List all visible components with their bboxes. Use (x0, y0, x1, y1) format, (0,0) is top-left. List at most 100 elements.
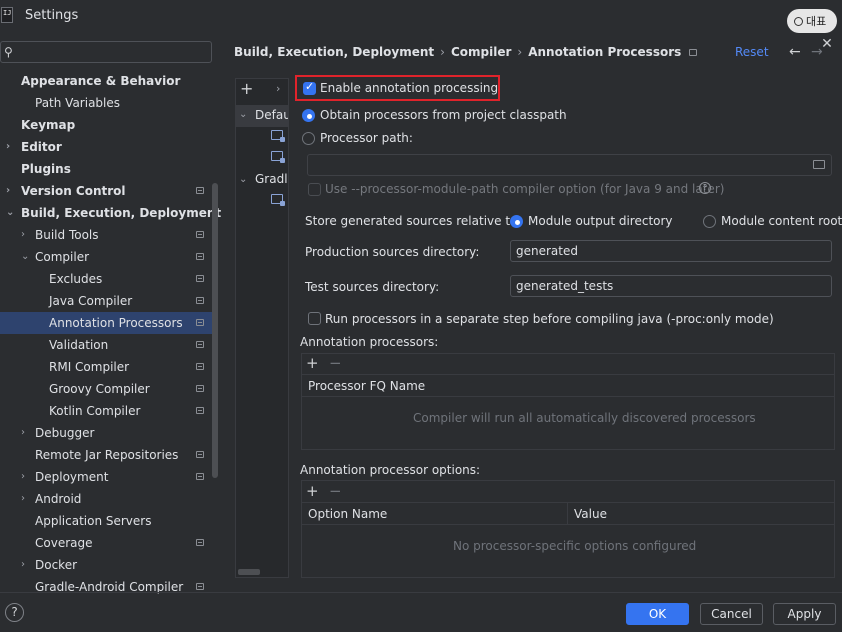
module-folder-icon[interactable] (271, 151, 285, 163)
add-option-icon[interactable]: + (306, 482, 319, 500)
module-output-radio[interactable] (510, 215, 523, 228)
production-dir-input[interactable]: generated (510, 240, 832, 262)
tree-item-deployment[interactable]: › Deployment (0, 466, 218, 488)
column-divider[interactable] (567, 503, 568, 525)
help-icon[interactable]: ? (5, 603, 24, 622)
processor-path-label[interactable]: Processor path: (320, 131, 413, 145)
project-scope-icon (196, 253, 204, 260)
tree-item-rmi-compiler[interactable]: RMI Compiler (0, 356, 218, 378)
tree-item-kotlin-compiler[interactable]: Kotlin Compiler (0, 400, 218, 422)
sidebar-scrollbar[interactable] (212, 183, 218, 478)
test-dir-input[interactable]: generated_tests (510, 275, 832, 297)
ime-label: 대표 (806, 15, 827, 28)
obtain-classpath-label[interactable]: Obtain processors from project classpath (320, 108, 567, 122)
obtain-classpath-radio[interactable] (302, 109, 315, 122)
ok-button[interactable]: OK (626, 603, 689, 625)
tree-item-coverage[interactable]: Coverage (0, 532, 218, 554)
tree-item-compiler[interactable]: ⌄ Compiler (0, 246, 218, 268)
enable-annotation-checkbox[interactable] (303, 80, 316, 95)
option-name-header[interactable]: Option Name (308, 507, 387, 521)
processor-path-radio[interactable] (302, 132, 315, 145)
project-scope-icon (196, 319, 204, 326)
tree-item-label: Deployment (35, 470, 109, 484)
tree-item-plugins[interactable]: Plugins (0, 158, 218, 180)
tree-item-build-execution-deployment[interactable]: ⌄ Build, Execution, Deployment (0, 202, 221, 224)
tree-item-label: Java Compiler (49, 294, 133, 308)
chevron-down-icon[interactable]: ⌄ (6, 202, 14, 224)
module-folder-icon[interactable] (271, 130, 285, 142)
tree-item-label: Gradle-Android Compiler (35, 580, 184, 594)
reset-link[interactable]: Reset (735, 45, 769, 59)
chevron-right-icon[interactable]: › (276, 82, 280, 95)
tree-item-label: Debugger (35, 426, 95, 440)
processor-fq-name-header[interactable]: Processor FQ Name (308, 379, 425, 393)
tree-item-label: Appearance & Behavior (21, 74, 181, 88)
test-dir-label: Test sources directory: (305, 280, 440, 294)
processor-path-input[interactable] (307, 154, 832, 176)
tree-item-label: Version Control (21, 184, 126, 198)
search-input[interactable] (0, 41, 212, 63)
enable-annotation-label[interactable]: Enable annotation processing (320, 81, 498, 95)
run-separate-label[interactable]: Run processors in a separate step before… (325, 312, 774, 326)
tree-item-label: Plugins (21, 162, 71, 176)
tree-item-groovy-compiler[interactable]: Groovy Compiler (0, 378, 218, 400)
tree-item-editor[interactable]: › Editor (0, 136, 218, 158)
module-content-radio[interactable] (703, 215, 716, 228)
tree-item-label: Coverage (35, 536, 93, 550)
chevron-down-icon[interactable]: ⌄ (239, 174, 247, 185)
module-path-checkbox[interactable] (308, 183, 321, 196)
tree-item-path-variables[interactable]: Path Variables (0, 92, 218, 114)
chevron-right-icon[interactable]: › (21, 422, 25, 444)
chevron-right-icon[interactable]: › (21, 224, 25, 246)
tree-item-excludes[interactable]: Excludes (0, 268, 218, 290)
chevron-right-icon[interactable]: › (6, 180, 10, 202)
chevron-right-icon[interactable]: › (21, 488, 25, 510)
remove-option-icon: − (329, 482, 342, 500)
module-output-label[interactable]: Module output directory (528, 214, 673, 228)
tree-item-application-servers[interactable]: Application Servers (0, 510, 218, 532)
project-scope-icon (196, 407, 204, 414)
tree-item-appearance-behavior[interactable]: Appearance & Behavior (0, 70, 218, 92)
profiles-scrollbar[interactable] (238, 569, 260, 575)
profile-default-label: Default (255, 108, 288, 122)
chevron-down-icon[interactable]: ⌄ (21, 246, 29, 268)
tree-item-label: RMI Compiler (49, 360, 130, 374)
arrow-left-icon[interactable]: ← (789, 44, 801, 60)
tree-item-java-compiler[interactable]: Java Compiler (0, 290, 218, 312)
profile-gradle-label[interactable]: Gradle (255, 172, 288, 186)
tree-item-label: Build Tools (35, 228, 99, 242)
add-processor-icon[interactable]: + (306, 354, 319, 372)
cancel-button[interactable]: Cancel (700, 603, 763, 625)
tree-item-keymap[interactable]: Keymap (0, 114, 218, 136)
chevron-right-icon[interactable]: › (21, 554, 25, 576)
project-scope-icon (196, 363, 204, 370)
ime-indicator[interactable]: 대표 (787, 9, 837, 33)
project-scope-icon (196, 275, 204, 282)
tree-item-remote-jar-repositories[interactable]: Remote Jar Repositories (0, 444, 218, 466)
option-value-header[interactable]: Value (574, 507, 607, 521)
chevron-down-icon[interactable]: ⌄ (239, 109, 247, 120)
module-content-label[interactable]: Module content root (721, 214, 842, 228)
processors-empty-text: Compiler will run all automatically disc… (413, 411, 756, 425)
folder-icon[interactable] (813, 160, 825, 169)
tree-item-validation[interactable]: Validation (0, 334, 218, 356)
add-profile-icon[interactable]: + (240, 79, 253, 98)
tree-item-android[interactable]: › Android (0, 488, 218, 510)
store-sources-label: Store generated sources relative to: (305, 214, 522, 228)
chevron-right-icon[interactable]: › (6, 136, 10, 158)
tree-item-build-tools[interactable]: › Build Tools (0, 224, 218, 246)
module-folder-icon[interactable] (271, 194, 285, 206)
module-path-label: Use --processor-module-path compiler opt… (325, 182, 725, 196)
apply-button[interactable]: Apply (773, 603, 836, 625)
tree-item-docker[interactable]: › Docker (0, 554, 218, 576)
tree-item-version-control[interactable]: › Version Control (0, 180, 218, 202)
arrow-right-icon[interactable]: → (811, 44, 823, 60)
run-separate-checkbox[interactable] (308, 312, 321, 325)
project-scope-icon (196, 385, 204, 392)
tree-item-label: Excludes (49, 272, 103, 286)
help-question-icon[interactable]: ? (699, 182, 711, 194)
tree-item-annotation-processors[interactable]: Annotation Processors (0, 312, 218, 334)
tree-item-debugger[interactable]: › Debugger (0, 422, 218, 444)
tree-item-gradle-android-compiler[interactable]: Gradle-Android Compiler (0, 576, 218, 598)
chevron-right-icon[interactable]: › (21, 466, 25, 488)
